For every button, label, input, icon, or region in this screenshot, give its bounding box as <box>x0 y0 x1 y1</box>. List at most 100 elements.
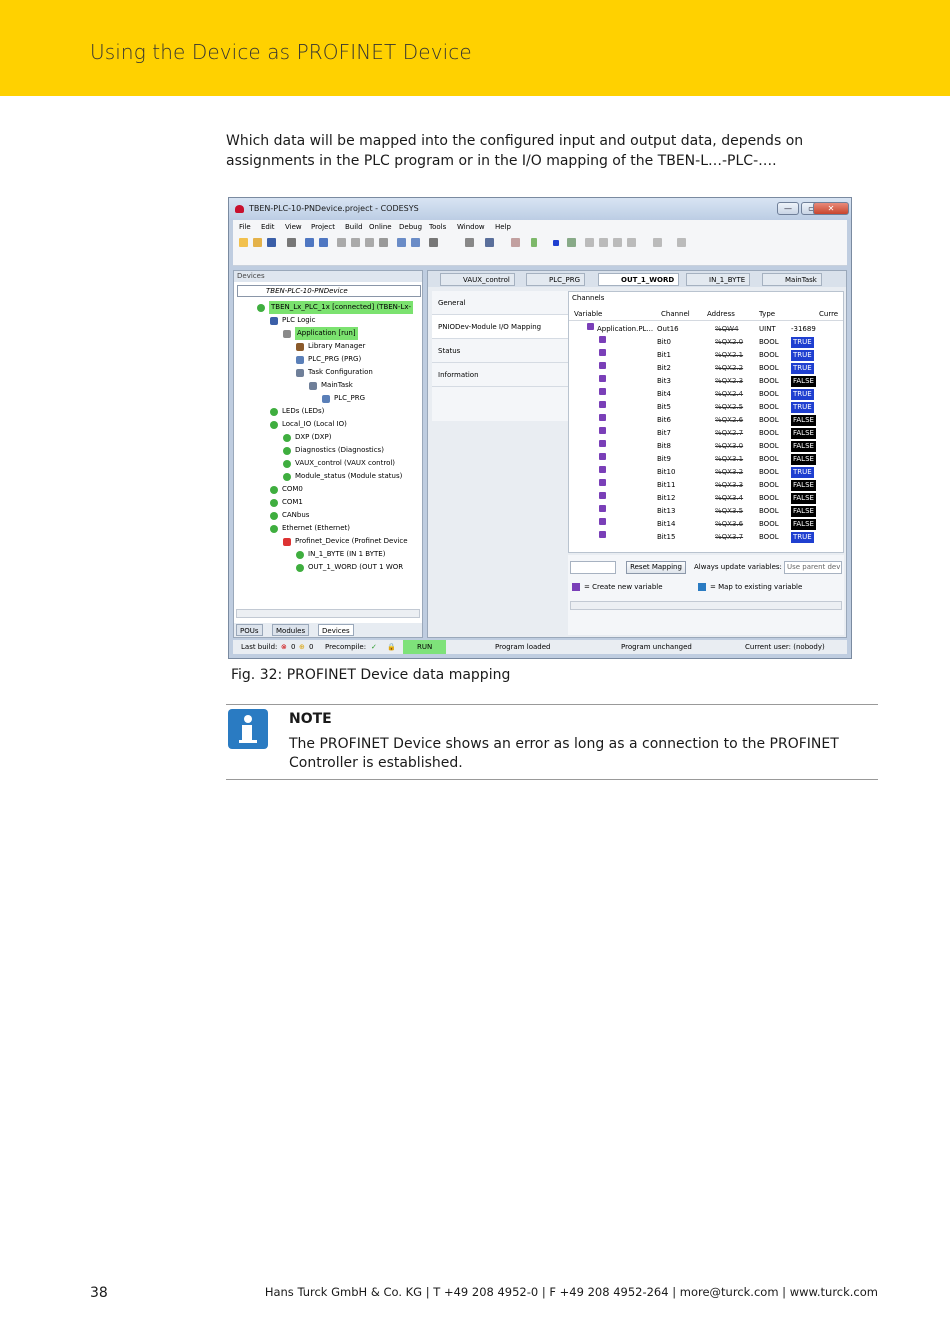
tab-vaux-control[interactable]: VAUX_control <box>440 273 515 286</box>
print-icon[interactable] <box>287 238 296 247</box>
tree-item[interactable]: OUT_1_WORD (OUT 1 WOR <box>234 561 420 574</box>
breakpoint-icon[interactable] <box>585 238 594 247</box>
replace-icon[interactable] <box>411 238 420 247</box>
tree-item[interactable]: Module_status (Module status) <box>234 470 420 483</box>
stop-icon[interactable] <box>553 240 559 246</box>
tab-pous[interactable]: POUs <box>236 624 263 636</box>
undo-icon[interactable] <box>305 238 314 247</box>
table-row[interactable]: Bit13 %QX3.5 BOOL FALSE <box>569 505 843 518</box>
menu-debug[interactable]: Debug <box>399 223 422 231</box>
tree-item[interactable]: COM0 <box>234 483 420 496</box>
mapping-scrollbar[interactable] <box>570 601 842 610</box>
tree-item[interactable]: Diagnostics (Diagnostics) <box>234 444 420 457</box>
device-root-combo[interactable]: TBEN-PLC-10-PNDevice <box>237 285 421 297</box>
tree-item[interactable]: PLC_PRG (PRG) <box>234 353 420 366</box>
menu-view[interactable]: View <box>285 223 302 231</box>
col-variable[interactable]: Variable <box>574 310 602 318</box>
col-address[interactable]: Address <box>707 310 735 318</box>
tree-item[interactable]: LEDs (LEDs) <box>234 405 420 418</box>
table-row[interactable]: Bit6 %QX2.6 BOOL FALSE <box>569 414 843 427</box>
tab-devices[interactable]: Devices <box>318 624 354 636</box>
device-icon[interactable] <box>465 238 474 247</box>
save-icon[interactable] <box>267 238 276 247</box>
table-row[interactable]: Bit15 %QX3.7 BOOL TRUE <box>569 531 843 544</box>
table-row[interactable]: Bit9 %QX3.1 BOOL FALSE <box>569 453 843 466</box>
tree-item[interactable]: CANbus <box>234 509 420 522</box>
build-icon[interactable] <box>429 238 438 247</box>
paste-icon[interactable] <box>365 238 374 247</box>
channels-title: Channels <box>572 294 605 302</box>
table-row[interactable]: Bit12 %QX3.4 BOOL FALSE <box>569 492 843 505</box>
force-icon[interactable] <box>653 238 662 247</box>
tree-item[interactable]: MainTask <box>234 379 420 392</box>
start-icon[interactable] <box>531 238 537 247</box>
table-row[interactable]: Bit11 %QX3.3 BOOL FALSE <box>569 479 843 492</box>
menu-tools[interactable]: Tools <box>429 223 446 231</box>
cut-icon[interactable] <box>337 238 346 247</box>
cart-icon[interactable] <box>677 238 686 247</box>
filter-field[interactable] <box>570 561 616 574</box>
menu-edit[interactable]: Edit <box>261 223 275 231</box>
tree-item[interactable]: Profinet_Device (Profinet Device <box>234 535 420 548</box>
tree-item[interactable]: Application [run] <box>234 327 420 340</box>
nav-information[interactable]: Information <box>432 363 568 387</box>
table-row[interactable]: Bit5 %QX2.5 BOOL TRUE <box>569 401 843 414</box>
table-row[interactable]: Bit14 %QX3.6 BOOL FALSE <box>569 518 843 531</box>
nav-io-mapping[interactable]: PNIODev-Module I/O Mapping <box>432 315 568 339</box>
table-row[interactable]: Bit1 %QX2.1 BOOL TRUE <box>569 349 843 362</box>
table-row[interactable]: Bit0 %QX2.0 BOOL TRUE <box>569 336 843 349</box>
reset-icon[interactable] <box>567 238 576 247</box>
table-row[interactable]: Bit3 %QX2.3 BOOL FALSE <box>569 375 843 388</box>
login-icon[interactable] <box>511 238 520 247</box>
step-into-icon[interactable] <box>613 238 622 247</box>
tree-item[interactable]: IN_1_BYTE (IN 1 BYTE) <box>234 548 420 561</box>
tab-plc-prg[interactable]: PLC_PRG <box>526 273 586 286</box>
menu-window[interactable]: Window <box>457 223 485 231</box>
tree-item[interactable]: Task Configuration <box>234 366 420 379</box>
menu-project[interactable]: Project <box>311 223 335 231</box>
nav-status[interactable]: Status <box>432 339 568 363</box>
reset-mapping-button[interactable]: Reset Mapping <box>626 561 686 574</box>
online-icon[interactable] <box>485 238 494 247</box>
always-update-select[interactable]: Use parent devi <box>784 561 842 574</box>
step-over-icon[interactable] <box>599 238 608 247</box>
menu-file[interactable]: File <box>239 223 251 231</box>
menu-online[interactable]: Online <box>369 223 392 231</box>
tree-item[interactable]: TBEN_Lx_PLC_1x [connected] (TBEN-Lx- <box>234 301 420 314</box>
copy-icon[interactable] <box>351 238 360 247</box>
nav-general[interactable]: General <box>432 291 568 315</box>
tree-item[interactable]: PLC Logic <box>234 314 420 327</box>
tab-in-1-byte[interactable]: IN_1_BYTE <box>686 273 751 286</box>
tree-item[interactable]: Ethernet (Ethernet) <box>234 522 420 535</box>
devices-scrollbar[interactable] <box>236 609 420 618</box>
tree-item[interactable]: DXP (DXP) <box>234 431 420 444</box>
tab-out-1-word[interactable]: OUT_1_WORD <box>598 273 680 286</box>
col-current[interactable]: Curre <box>819 310 838 318</box>
table-row[interactable]: Bit2 %QX2.2 BOOL TRUE <box>569 362 843 375</box>
tree-item[interactable]: Local_IO (Local IO) <box>234 418 420 431</box>
tree-item[interactable]: VAUX_control (VAUX control) <box>234 457 420 470</box>
tree-item[interactable]: COM1 <box>234 496 420 509</box>
find-icon[interactable] <box>397 238 406 247</box>
new-icon[interactable] <box>239 238 248 247</box>
tab-modules[interactable]: Modules <box>272 624 310 636</box>
table-row[interactable]: Bit8 %QX3.0 BOOL FALSE <box>569 440 843 453</box>
table-row[interactable]: Bit10 %QX3.2 BOOL TRUE <box>569 466 843 479</box>
col-channel[interactable]: Channel <box>661 310 690 318</box>
menu-build[interactable]: Build <box>345 223 363 231</box>
col-type[interactable]: Type <box>759 310 775 318</box>
minimize-button[interactable]: — <box>777 202 799 215</box>
step-out-icon[interactable] <box>627 238 636 247</box>
menu-help[interactable]: Help <box>495 223 511 231</box>
table-row[interactable]: Bit4 %QX2.4 BOOL TRUE <box>569 388 843 401</box>
tree-item[interactable]: Library Manager <box>234 340 420 353</box>
table-row[interactable]: Application.PL... Out16 %QW4 UINT -31689 <box>569 323 843 336</box>
tree-item[interactable]: PLC_PRG <box>234 392 420 405</box>
redo-icon[interactable] <box>319 238 328 247</box>
cell-type: BOOL <box>759 481 779 489</box>
tab-maintask[interactable]: MainTask <box>762 273 822 286</box>
delete-icon[interactable] <box>379 238 388 247</box>
close-button[interactable]: ✕ <box>813 202 849 215</box>
open-icon[interactable] <box>253 238 262 247</box>
table-row[interactable]: Bit7 %QX2.7 BOOL FALSE <box>569 427 843 440</box>
